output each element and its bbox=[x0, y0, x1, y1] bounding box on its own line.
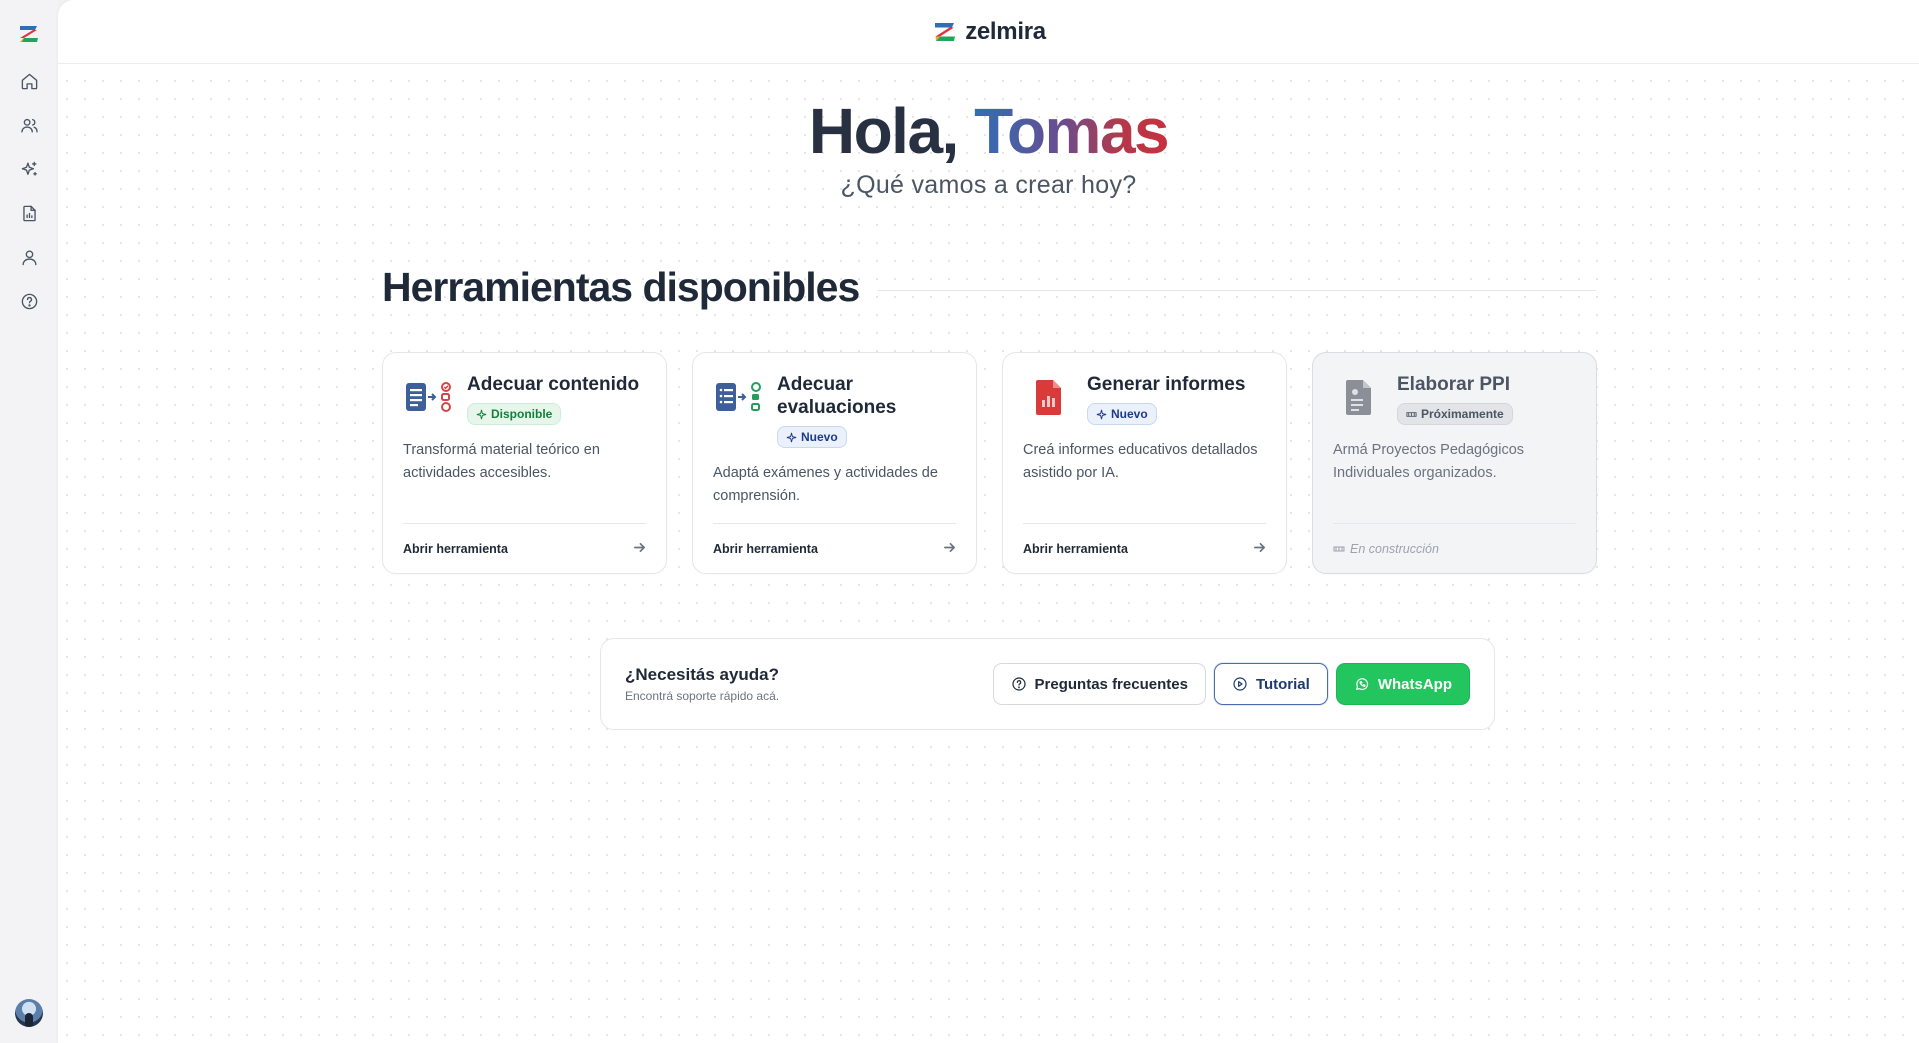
avatar[interactable] bbox=[15, 999, 43, 1027]
tool-card-elaborar-ppi: Elaborar PPI Próximamente Armá Proyectos… bbox=[1312, 352, 1597, 574]
whatsapp-label: WhatsApp bbox=[1377, 675, 1452, 693]
sidebar-item-reports[interactable] bbox=[13, 200, 45, 226]
tool-card-adecuar-evaluaciones[interactable]: Adecuar evaluaciones Nuevo Adaptá exámen… bbox=[692, 352, 977, 574]
sidebar-item-help[interactable] bbox=[13, 288, 45, 314]
hero: Hola, Tomas ¿Qué vamos a crear hoy? bbox=[58, 95, 1919, 200]
card-description: Transformá material teórico en actividad… bbox=[403, 442, 600, 481]
badge-label: Próximamente bbox=[1421, 407, 1504, 421]
faq-label: Preguntas frecuentes bbox=[1034, 675, 1188, 693]
evaluation-adapt-icon bbox=[713, 373, 765, 421]
open-tool-link[interactable]: Abrir herramienta bbox=[403, 523, 646, 573]
card-title: Elaborar PPI bbox=[1397, 374, 1510, 395]
open-tool-link[interactable]: Abrir herramienta bbox=[713, 523, 956, 573]
open-tool-label: Abrir herramienta bbox=[403, 541, 508, 556]
tool-card-generar-informes[interactable]: Generar informes Nuevo Creá informes edu… bbox=[1002, 352, 1287, 574]
sidebar-item-users[interactable] bbox=[13, 112, 45, 138]
content-adapt-icon bbox=[403, 373, 455, 421]
users-icon bbox=[20, 118, 38, 133]
card-title: Adecuar contenido bbox=[467, 374, 640, 395]
construction-icon bbox=[1333, 546, 1345, 551]
topbar: zelmira bbox=[58, 0, 1919, 64]
home-icon bbox=[21, 73, 37, 89]
help-box: ¿Necesitás ayuda? Encontrá soporte rápid… bbox=[600, 638, 1495, 730]
sparkle-icon bbox=[1096, 409, 1107, 419]
tool-card-adecuar-contenido[interactable]: Adecuar contenido Disponible Transformá … bbox=[382, 352, 667, 574]
faq-button[interactable]: Preguntas frecuentes bbox=[992, 663, 1206, 705]
help-title: ¿Necesitás ayuda? bbox=[625, 665, 780, 684]
badge-label: Nuevo bbox=[801, 430, 838, 444]
open-tool-label: Abrir herramienta bbox=[1023, 541, 1128, 556]
zelmira-logo-icon bbox=[935, 22, 956, 41]
tools-section-header: Herramientas disponibles bbox=[382, 264, 1596, 311]
report-document-icon bbox=[1023, 373, 1075, 421]
user-name: Tomas bbox=[974, 95, 1170, 167]
tutorial-label: Tutorial bbox=[1255, 675, 1310, 693]
ppi-document-icon bbox=[1333, 373, 1385, 421]
greeting-prefix: Hola, bbox=[808, 95, 975, 167]
status-badge: Disponible bbox=[467, 403, 562, 425]
sparkle-icon bbox=[786, 432, 797, 442]
card-title: Adecuar evaluaciones bbox=[777, 374, 897, 418]
under-construction-label: En construcción bbox=[1350, 541, 1439, 556]
open-tool-link[interactable]: Abrir herramienta bbox=[1023, 523, 1266, 573]
tool-cards: Adecuar contenido Disponible Transformá … bbox=[382, 352, 1597, 574]
status-badge: Próximamente bbox=[1397, 403, 1513, 425]
sidebar bbox=[0, 0, 58, 1043]
sparkle-icon bbox=[476, 409, 487, 419]
card-description: Adaptá exámenes y actividades de compren… bbox=[713, 465, 938, 504]
badge-label: Nuevo bbox=[1111, 407, 1148, 421]
tutorial-button[interactable]: Tutorial bbox=[1213, 663, 1328, 705]
main-panel: zelmira Hola, Tomas ¿Qué vamos a crear h… bbox=[58, 0, 1919, 1043]
card-description: Armá Proyectos Pedagógicos Individuales … bbox=[1333, 442, 1525, 481]
greeting: Hola, Tomas bbox=[58, 95, 1919, 167]
sidebar-item-profile[interactable] bbox=[13, 244, 45, 270]
card-description: Creá informes educativos detallados asis… bbox=[1023, 442, 1258, 481]
under-construction-note: En construcción bbox=[1333, 523, 1576, 573]
card-title: Generar informes bbox=[1087, 374, 1246, 395]
status-badge: Nuevo bbox=[1087, 403, 1157, 425]
open-tool-label: Abrir herramienta bbox=[713, 541, 818, 556]
section-title: Herramientas disponibles bbox=[382, 264, 860, 310]
sidebar-nav bbox=[13, 68, 45, 314]
section-divider bbox=[877, 290, 1596, 291]
whatsapp-button[interactable]: WhatsApp bbox=[1335, 663, 1470, 705]
play-circle-icon bbox=[1233, 677, 1247, 691]
sidebar-item-tools[interactable] bbox=[13, 156, 45, 182]
arrow-right-icon bbox=[633, 541, 646, 557]
hero-subtitle: ¿Qué vamos a crear hoy? bbox=[840, 171, 1137, 200]
help-circle-icon bbox=[1011, 677, 1026, 691]
sparkles-icon bbox=[21, 161, 37, 176]
arrow-right-icon bbox=[943, 541, 956, 557]
whatsapp-icon bbox=[1355, 678, 1368, 690]
arrow-right-icon bbox=[1253, 541, 1266, 557]
report-icon bbox=[22, 205, 36, 221]
zelmira-logo-icon[interactable] bbox=[15, 20, 43, 48]
help-subtitle: Encontrá soporte rápido acá. bbox=[625, 689, 780, 703]
badge-label: Disponible bbox=[491, 407, 553, 421]
help-circle-icon bbox=[21, 293, 37, 309]
sidebar-item-home[interactable] bbox=[13, 68, 45, 94]
brand-name: zelmira bbox=[965, 17, 1046, 45]
user-icon bbox=[21, 249, 37, 265]
construction-icon bbox=[1406, 411, 1417, 417]
status-badge: Nuevo bbox=[777, 426, 847, 448]
